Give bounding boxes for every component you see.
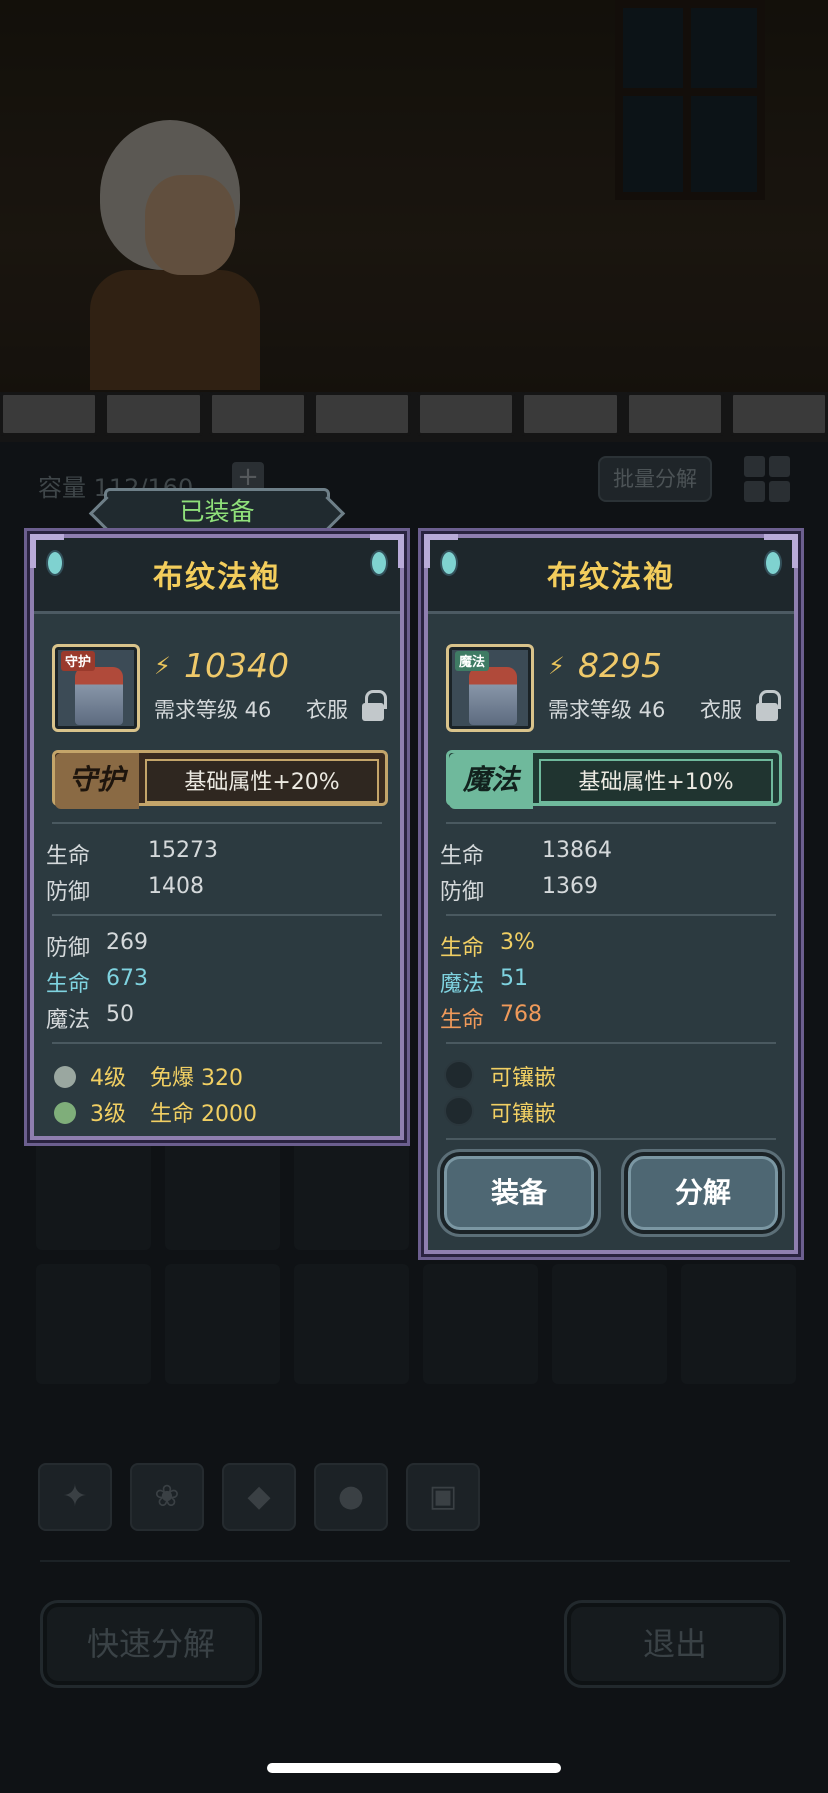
robe-icon	[75, 667, 123, 725]
slot-type: 衣服	[700, 698, 742, 722]
chest-category-icon[interactable]: ▣	[406, 1463, 480, 1531]
item-title: 布纹法袍	[153, 560, 281, 595]
compare-item-card: 布纹法袍 魔法 ⚡ 8295 需求等级 46 衣服 魔法 基础属性+10% 生命…	[424, 534, 798, 1254]
gem-effect: 免爆 320	[150, 1066, 243, 1091]
quick-decompose-button[interactable]: 快速分解	[40, 1600, 262, 1688]
base-stat-label: 生命	[440, 844, 485, 869]
quality-badge: 守护	[55, 753, 139, 809]
required-level: 需求等级 46	[154, 698, 272, 722]
inventory-slot[interactable]	[294, 1264, 409, 1384]
lock-icon[interactable]	[756, 690, 781, 722]
power-value: 8295	[578, 646, 662, 685]
batch-decompose-button[interactable]: 批量分解	[598, 456, 712, 502]
item-icon: 守护	[52, 644, 140, 732]
extra-stat-label: 生命	[440, 936, 485, 961]
gem-level: 3级	[90, 1102, 126, 1127]
empty-socket-icon	[444, 1096, 474, 1126]
quality-bonus: 基础属性+20%	[145, 759, 379, 803]
gem-level: 4级	[90, 1066, 126, 1091]
gem-icon	[54, 1102, 76, 1124]
extra-stat-value: 768	[500, 1002, 542, 1027]
material-category-icon[interactable]: ●	[314, 1463, 388, 1531]
required-level: 需求等级 46	[548, 698, 666, 722]
base-stat-value: 1408	[148, 874, 204, 899]
slot-type: 衣服	[306, 698, 348, 722]
extra-stat-label: 魔法	[440, 972, 485, 997]
inventory-row	[36, 1264, 796, 1384]
extra-stat-value: 51	[500, 966, 528, 991]
inventory-slot[interactable]	[36, 1130, 151, 1250]
decompose-button[interactable]: 分解	[624, 1152, 782, 1234]
inventory-slot[interactable]	[552, 1264, 667, 1384]
card-header: 布纹法袍	[34, 538, 400, 614]
home-indicator[interactable]	[267, 1763, 561, 1773]
gem-effect: 生命 2000	[150, 1102, 257, 1127]
item-tag: 魔法	[455, 651, 490, 671]
item-icon: 魔法	[446, 644, 534, 732]
inventory-slot[interactable]	[423, 1264, 538, 1384]
weapon-category-icon[interactable]: ✦	[38, 1463, 112, 1531]
lock-icon[interactable]	[362, 690, 387, 722]
power-icon: ⚡	[548, 652, 565, 680]
quality-bar: 守护 基础属性+20%	[52, 750, 388, 809]
exit-button[interactable]: 退出	[564, 1600, 786, 1688]
extra-stat-label: 魔法	[46, 1008, 91, 1033]
background-scene	[0, 0, 828, 440]
power-value: 10340	[184, 646, 289, 685]
extra-stat-label: 生命	[46, 972, 91, 997]
base-stat-value: 1369	[542, 874, 598, 899]
equip-button[interactable]: 装备	[440, 1152, 598, 1234]
inventory-slot[interactable]	[165, 1130, 280, 1250]
extra-stat-label: 防御	[46, 936, 91, 961]
base-stat-value: 15273	[148, 838, 218, 863]
gem-category-icon[interactable]: ◆	[222, 1463, 296, 1531]
card-header: 布纹法袍	[428, 538, 794, 614]
gem-icon	[54, 1066, 76, 1088]
quality-bar: 魔法 基础属性+10%	[446, 750, 782, 809]
base-stat-label: 生命	[46, 844, 91, 869]
inventory-slot[interactable]	[294, 1130, 409, 1250]
extra-stat-value: 50	[106, 1002, 134, 1027]
inventory-slot[interactable]	[36, 1264, 151, 1384]
equipped-item-card: 布纹法袍 守护 ⚡ 10340 需求等级 46 衣服 守护 基础属性+20% 生…	[30, 534, 404, 1140]
paw-category-icon[interactable]: ❀	[130, 1463, 204, 1531]
item-title: 布纹法袍	[547, 560, 675, 595]
quality-bonus: 基础属性+10%	[539, 759, 773, 803]
base-stat-label: 防御	[46, 880, 91, 905]
grid-view-icon[interactable]	[744, 456, 790, 502]
robe-icon	[469, 667, 517, 725]
extra-stat-value: 673	[106, 966, 148, 991]
inventory-slot[interactable]	[681, 1264, 796, 1384]
equipped-label: 已装备	[104, 488, 330, 536]
extra-stat-value: 3%	[500, 930, 535, 955]
extra-stat-label: 生命	[440, 1008, 485, 1033]
inventory-slot[interactable]	[165, 1264, 280, 1384]
shelf-divider	[0, 392, 828, 442]
base-stat-label: 防御	[440, 880, 485, 905]
socket-label: 可镶嵌	[490, 1102, 557, 1127]
item-tag: 守护	[61, 651, 96, 671]
empty-socket-icon	[444, 1060, 474, 1090]
category-bar: ✦ ❀ ◆ ● ▣	[38, 1463, 480, 1531]
divider	[40, 1560, 790, 1562]
extra-stat-value: 269	[106, 930, 148, 955]
quality-badge: 魔法	[449, 753, 533, 809]
power-icon: ⚡	[154, 652, 171, 680]
socket-label: 可镶嵌	[490, 1066, 557, 1091]
base-stat-value: 13864	[542, 838, 612, 863]
